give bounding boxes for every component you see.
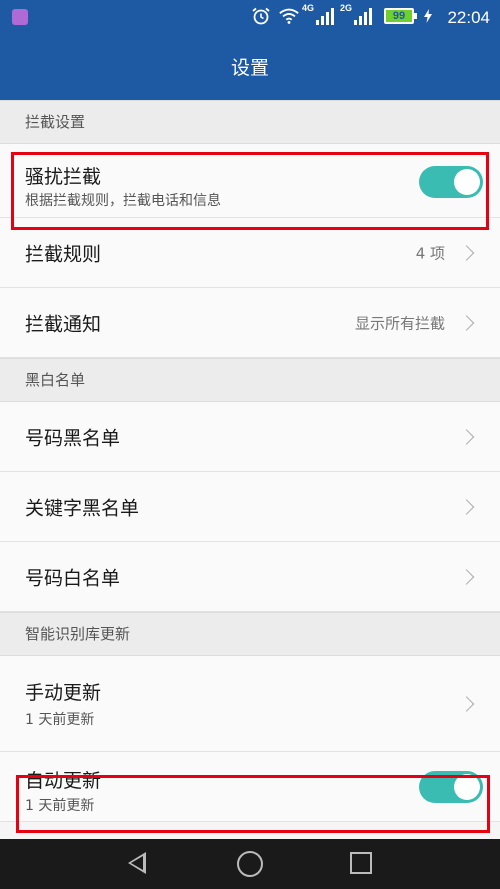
app-bar: 设置	[0, 36, 500, 100]
section-header-intercept: 拦截设置	[0, 100, 500, 144]
section-header-smart-update: 智能识别库更新	[0, 612, 500, 656]
harassment-intercept-desc: 根据拦截规则，拦截电话和信息	[25, 193, 221, 209]
auto-update-row[interactable]: 自动更新 1 天前更新	[0, 752, 500, 822]
auto-update-toggle[interactable]	[419, 771, 483, 803]
navigation-bar	[0, 839, 500, 889]
alarm-icon	[252, 7, 270, 25]
harassment-intercept-row[interactable]: 骚扰拦截 根据拦截规则，拦截电话和信息	[0, 144, 500, 218]
harassment-intercept-label: 骚扰拦截	[25, 166, 102, 188]
chevron-right-icon	[458, 314, 475, 331]
chevron-right-icon	[458, 695, 475, 712]
settings-list: 拦截设置 骚扰拦截 根据拦截规则，拦截电话和信息 拦截规则 4 项 拦截通知 显…	[0, 100, 500, 839]
keyword-blacklist-label: 关键字黑名单	[25, 497, 140, 519]
number-blacklist-row[interactable]: 号码黑名单	[0, 402, 500, 472]
chevron-right-icon	[458, 498, 475, 515]
intercept-notify-row[interactable]: 拦截通知 显示所有拦截	[0, 288, 500, 358]
intercept-notify-label: 拦截通知	[25, 313, 102, 335]
page-title: 设置	[230, 57, 269, 79]
intercept-rules-label: 拦截规则	[25, 243, 102, 265]
auto-update-time: 1 天前更新	[25, 798, 95, 814]
keyword-blacklist-row[interactable]: 关键字黑名单	[0, 472, 500, 542]
section-header-blackwhite: 黑白名单	[0, 358, 500, 402]
manual-update-row[interactable]: 手动更新 1 天前更新	[0, 656, 500, 752]
clock: 22:04	[447, 8, 490, 27]
number-whitelist-row[interactable]: 号码白名单	[0, 542, 500, 612]
status-icons: 4G 2G 99	[250, 3, 432, 25]
auto-update-label: 自动更新	[25, 770, 102, 792]
home-icon[interactable]	[237, 851, 263, 877]
back-icon[interactable]	[128, 852, 146, 874]
battery-icon: 99	[384, 8, 417, 24]
charging-icon	[424, 9, 432, 23]
manual-update-label: 手动更新	[25, 682, 102, 704]
intercept-rules-row[interactable]: 拦截规则 4 项	[0, 218, 500, 288]
network-type-label: 4G	[302, 3, 315, 13]
signal-icon: 4G	[302, 3, 334, 25]
harassment-intercept-toggle[interactable]	[419, 166, 483, 198]
intercept-notify-value: 显示所有拦截	[354, 314, 445, 332]
chevron-right-icon	[458, 428, 475, 445]
wifi-icon	[279, 8, 299, 24]
chevron-right-icon	[458, 568, 475, 585]
recent-apps-icon[interactable]	[350, 852, 372, 874]
manual-update-time: 1 天前更新	[25, 712, 95, 728]
gallery-notification-icon	[12, 9, 28, 25]
signal-icon: 2G	[340, 3, 372, 25]
number-whitelist-label: 号码白名单	[25, 567, 121, 589]
number-blacklist-label: 号码黑名单	[25, 427, 121, 449]
chevron-right-icon	[458, 244, 475, 261]
intercept-rules-value: 4 项	[415, 244, 445, 262]
network-type-label: 2G	[340, 3, 353, 13]
status-bar: 4G 2G 99 22:04	[0, 0, 500, 36]
